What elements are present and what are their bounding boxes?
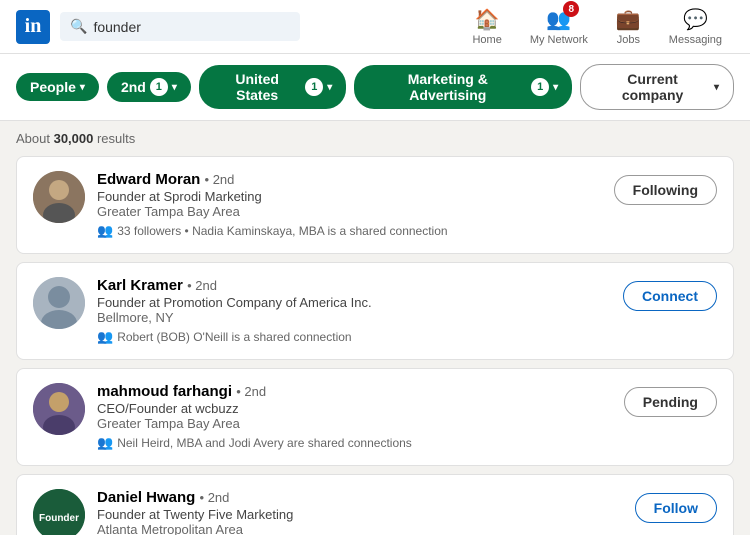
filter-marketing-label: Marketing & Advertising [368,71,527,103]
daniel-name: Daniel Hwang [97,489,195,506]
person-card-mahmoud: mahmoud farhangi • 2nd CEO/Founder at wc… [16,368,734,466]
filter-us-label: United States [213,71,302,103]
karl-degree: • 2nd [187,278,217,293]
avatar-daniel: Founder [33,489,85,535]
nav-item-home[interactable]: 🏠 Home [460,3,513,50]
daniel-degree: • 2nd [200,490,230,505]
karl-location: Bellmore, NY [97,310,611,325]
nav-label-jobs: Jobs [617,34,640,46]
linkedin-logo[interactable]: in [16,10,50,44]
edward-title: Founder at Sprodi Marketing [97,189,602,204]
edward-connection: 👥 33 followers • Nadia Kaminskaya, MBA i… [97,223,602,239]
filter-company-label: Current company [595,71,710,103]
network-badge: 8 [563,1,579,17]
edward-degree: • 2nd [205,172,235,187]
follow-button[interactable]: Follow [635,493,717,523]
mahmoud-name-row: mahmoud farhangi • 2nd [97,383,612,400]
mahmoud-connection: 👥 Neil Heird, MBA and Jodi Avery are sha… [97,435,612,451]
chevron-down-icon-company: ▾ [714,82,719,93]
following-button[interactable]: Following [614,175,717,205]
karl-action: Connect [623,277,717,311]
mahmoud-info: mahmoud farhangi • 2nd CEO/Founder at wc… [97,383,612,451]
connection-icon-karl: 👥 [97,329,113,345]
filter-2nd[interactable]: 2nd 1 ▾ [107,72,191,102]
chevron-down-icon-marketing: ▾ [553,82,558,93]
daniel-avatar-svg: Founder [33,489,85,535]
edward-location: Greater Tampa Bay Area [97,204,602,219]
karl-name: Karl Kramer [97,277,183,294]
edward-avatar-svg [33,171,85,223]
search-icon: 🔍 [70,18,87,35]
mahmoud-title: CEO/Founder at wcbuzz [97,401,612,416]
filters-bar: People ▾ 2nd 1 ▾ United States 1 ▾ Marke… [0,54,750,121]
filter-current-company[interactable]: Current company ▾ [580,64,734,110]
nav-item-network[interactable]: 👥8 My Network [518,3,600,50]
edward-action: Following [614,171,717,205]
search-bar: 🔍 [60,12,300,41]
chevron-down-icon-us: ▾ [327,82,332,93]
nav-item-jobs[interactable]: 💼 Jobs [604,3,653,50]
daniel-action: Follow [635,489,717,523]
filter-people-label: People [30,79,76,95]
results-count: About 30,000 results [16,131,734,146]
karl-avatar-svg [33,277,85,329]
chevron-down-icon-2nd: ▾ [172,82,177,93]
mahmoud-action: Pending [624,383,717,417]
nav-item-messaging[interactable]: 💬 Messaging [657,3,734,50]
nav-label-messaging: Messaging [669,34,722,46]
filter-united-states[interactable]: United States 1 ▾ [199,65,346,109]
nav-label-network: My Network [530,34,588,46]
mahmoud-avatar-svg [33,383,85,435]
karl-info: Karl Kramer • 2nd Founder at Promotion C… [97,277,611,345]
mahmoud-degree: • 2nd [236,384,266,399]
chevron-down-icon: ▾ [80,82,85,93]
person-card-karl: Karl Kramer • 2nd Founder at Promotion C… [16,262,734,360]
avatar-edward [33,171,85,223]
karl-name-row: Karl Kramer • 2nd [97,277,611,294]
nav-label-home: Home [472,34,501,46]
connection-icon-mahmoud: 👥 [97,435,113,451]
filter-2nd-label: 2nd [121,79,146,95]
edward-name: Edward Moran [97,171,200,188]
network-icon: 👥8 [546,7,571,32]
karl-title: Founder at Promotion Company of America … [97,295,611,310]
karl-connection: 👥 Robert (BOB) O'Neill is a shared conne… [97,329,611,345]
header: in 🔍 🏠 Home 👥8 My Network 💼 Jobs 💬 Messa… [0,0,750,54]
filter-us-badge: 1 [305,78,323,96]
edward-info: Edward Moran • 2nd Founder at Sprodi Mar… [97,171,602,239]
avatar-mahmoud [33,383,85,435]
results-area: About 30,000 results Edward Moran • 2nd … [0,121,750,535]
person-card-edward: Edward Moran • 2nd Founder at Sprodi Mar… [16,156,734,254]
daniel-name-row: Daniel Hwang • 2nd [97,489,623,506]
connect-button[interactable]: Connect [623,281,717,311]
person-card-daniel: Founder Daniel Hwang • 2nd Founder at Tw… [16,474,734,535]
pending-button[interactable]: Pending [624,387,717,417]
filter-marketing-badge: 1 [531,78,549,96]
home-icon: 🏠 [475,7,500,32]
messaging-icon: 💬 [683,7,708,32]
filter-marketing[interactable]: Marketing & Advertising 1 ▾ [354,65,572,109]
daniel-location: Atlanta Metropolitan Area [97,522,623,535]
jobs-icon: 💼 [616,7,641,32]
connection-icon-edward: 👥 [97,223,113,239]
nav-bar: 🏠 Home 👥8 My Network 💼 Jobs 💬 Messaging [460,3,734,50]
edward-name-row: Edward Moran • 2nd [97,171,602,188]
mahmoud-location: Greater Tampa Bay Area [97,416,612,431]
mahmoud-name: mahmoud farhangi [97,383,232,400]
daniel-info: Daniel Hwang • 2nd Founder at Twenty Fiv… [97,489,623,535]
filter-2nd-badge: 1 [150,78,168,96]
search-input[interactable] [93,19,273,35]
avatar-karl [33,277,85,329]
filter-people[interactable]: People ▾ [16,73,99,101]
svg-text:Founder: Founder [39,513,79,524]
